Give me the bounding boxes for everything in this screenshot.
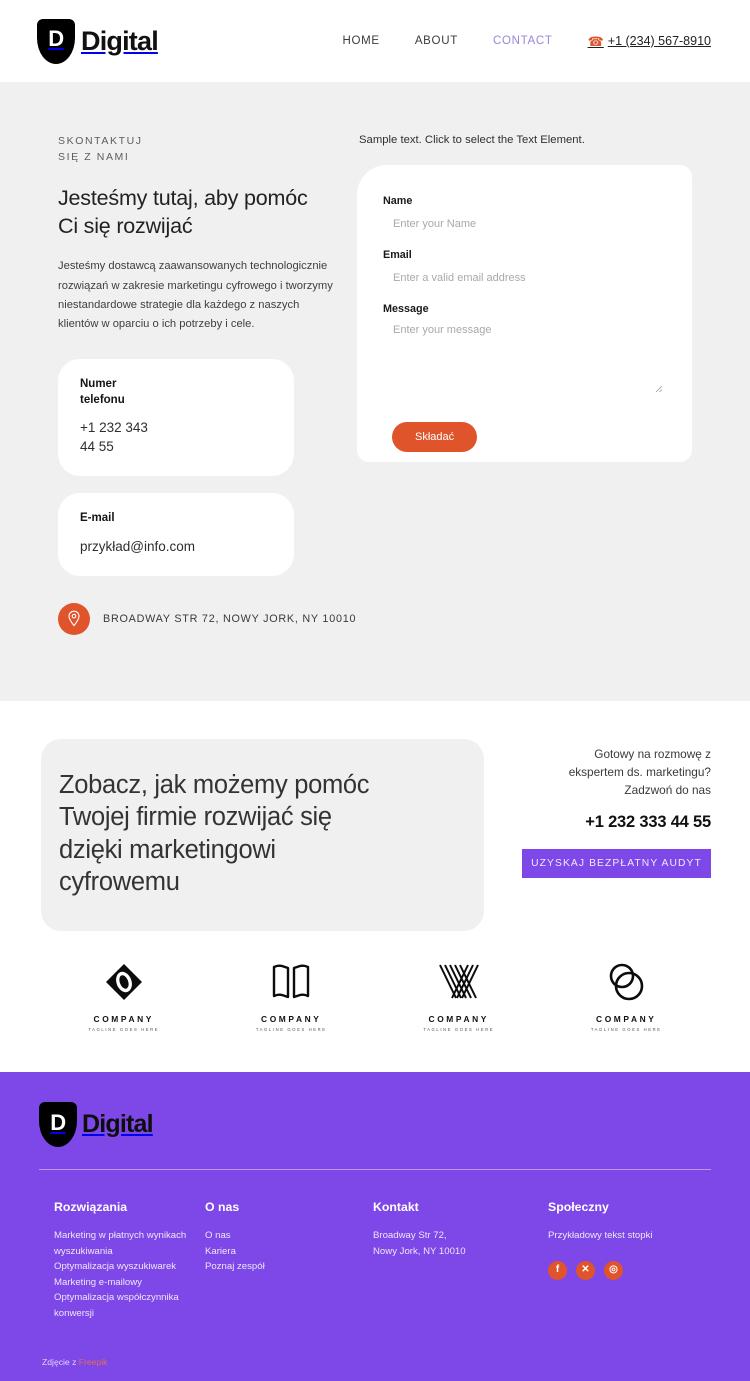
cta-title: Zobacz, jak możemy pomóc Twojej firmie r… (59, 770, 370, 897)
footer-column-about: O nas O nas Kariera Poznaj zespół (205, 1200, 373, 1321)
client-logo-strip: COMPANY TAGLINE GOES HERE COMPANY TAGLIN… (0, 931, 750, 1073)
address-text: BROADWAY STR 72, NOWY JORK, NY 10010 (103, 612, 357, 625)
footer-link-paid-search[interactable]: Marketing w płatnych wynikach wyszukiwan… (54, 1228, 205, 1259)
client-tagline-3: TAGLINE GOES HERE (423, 1027, 495, 1033)
footer-credit-link[interactable]: Freepik (79, 1357, 108, 1367)
x-twitter-icon[interactable]: ✕ (576, 1260, 595, 1280)
cta-action-column: Gotowy na rozmowę z ekspertem ds. market… (506, 745, 711, 879)
site-logo[interactable]: D Digital (37, 18, 159, 64)
contact-form-column: Sample text. Click to select the Text El… (355, 134, 750, 635)
nav-item-home[interactable]: HOME (343, 35, 380, 47)
name-field-group: Name (383, 195, 664, 232)
site-header: D Digital HOME ABOUT CONTACT ☎ +1 (234) … (0, 0, 750, 82)
nav-item-about[interactable]: ABOUT (415, 35, 458, 47)
contact-form: Name Email Message Składać (357, 165, 692, 462)
footer-heading-contact: Kontakt (373, 1200, 419, 1215)
logo-text: Digital (81, 25, 159, 56)
footer-heading-solutions: Rozwiązania (54, 1200, 128, 1215)
client-logo-2: COMPANY TAGLINE GOES HERE (231, 959, 351, 1032)
footer-link-email-marketing[interactable]: Marketing e-mailowy (54, 1275, 205, 1291)
header-phone-number: +1 (234) 567-8910 (607, 34, 711, 48)
open-book-icon (269, 959, 313, 1005)
instagram-icon[interactable]: ◎ (604, 1260, 623, 1280)
footer-column-contact: Kontakt Broadway Str 72, Nowy Jork, NY 1… (373, 1200, 548, 1321)
phone-info-card[interactable]: Numer telefonu +1 232 343 44 55 (58, 359, 294, 477)
shield-letter: D (48, 26, 64, 51)
footer-logo[interactable]: D Digital (39, 1102, 711, 1148)
footer-credit-prefix: Zdjęcie z (42, 1357, 79, 1368)
email-card-value: przykład@info.com (80, 538, 195, 554)
contact-info-column: SKONTAKTUJ SIĘ Z NAMI Jesteśmy tutaj, ab… (0, 134, 355, 635)
footer-social-note: Przykładowy tekst stopki (548, 1230, 653, 1242)
ring-diamond-icon (103, 959, 145, 1005)
footer-column-social: Społeczny Przykładowy tekst stopki f ✕ ◎ (548, 1200, 708, 1321)
main-nav: HOME ABOUT CONTACT ☎ +1 (234) 567-8910 (343, 34, 712, 48)
cta-phone-number[interactable]: +1 232 333 44 55 (506, 813, 711, 832)
contact-section: SKONTAKTUJ SIĘ Z NAMI Jesteśmy tutaj, ab… (0, 82, 750, 701)
email-card-label: E-mail (80, 512, 115, 525)
message-field-group: Message (383, 303, 664, 393)
site-footer: D Digital Rozwiązania Marketing w płatny… (0, 1072, 750, 1381)
contact-body-text: Jesteśmy dostawcą zaawansowanych technol… (58, 260, 333, 331)
client-tagline-1: TAGLINE GOES HERE (88, 1027, 160, 1033)
footer-address: Broadway Str 72, Nowy Jork, NY 10010 (373, 1230, 466, 1257)
submit-button[interactable]: Składać (392, 422, 478, 452)
footer-logo-text: Digital (82, 1110, 154, 1139)
footer-shield-letter: D (50, 1109, 66, 1135)
free-audit-button[interactable]: UZYSKAJ BEZPŁATNY AUDYT (522, 849, 711, 879)
footer-heading-social: Społeczny (548, 1200, 609, 1215)
client-logo-1: COMPANY TAGLINE GOES HERE (64, 959, 184, 1032)
facebook-icon[interactable]: f (548, 1260, 567, 1280)
footer-link-cro[interactable]: Optymalizacja współczynnika konwersji (54, 1290, 205, 1321)
shield-icon: D (37, 18, 75, 64)
nav-item-contact[interactable]: CONTACT (493, 35, 553, 47)
name-input[interactable] (383, 216, 664, 232)
message-field-label: Message (383, 303, 429, 315)
cta-subtitle: Gotowy na rozmowę z ekspertem ds. market… (568, 746, 711, 798)
footer-column-solutions: Rozwiązania Marketing w płatnych wynikac… (39, 1200, 205, 1321)
email-field-label: Email (383, 249, 412, 261)
client-name-3: COMPANY (428, 1014, 489, 1025)
phone-card-label: Numer telefonu (80, 378, 125, 406)
header-phone-link[interactable]: ☎ +1 (234) 567-8910 (588, 34, 711, 48)
client-name-2: COMPANY (261, 1014, 322, 1025)
client-logo-3: COMPANY TAGLINE GOES HERE (399, 959, 519, 1032)
footer-link-career[interactable]: Kariera (205, 1244, 373, 1260)
social-links: f ✕ ◎ (548, 1260, 708, 1280)
contact-eyebrow: SKONTAKTUJ SIĘ Z NAMI (58, 135, 143, 163)
name-field-label: Name (383, 195, 413, 207)
footer-link-about[interactable]: O nas (205, 1228, 373, 1244)
client-name-4: COMPANY (596, 1014, 657, 1025)
chevron-stripes-icon (436, 959, 482, 1005)
cta-headline-box: Zobacz, jak możemy pomóc Twojej firmie r… (41, 738, 484, 932)
footer-columns: Rozwiązania Marketing w płatnych wynikac… (39, 1170, 711, 1321)
phone-icon: ☎ (587, 33, 604, 49)
sample-text: Sample text. Click to select the Text El… (359, 134, 585, 146)
footer-link-seo[interactable]: Optymalizacja wyszukiwarek (54, 1259, 205, 1275)
client-logo-4: COMPANY TAGLINE GOES HERE (566, 959, 686, 1032)
location-pin-icon (58, 602, 90, 635)
phone-card-value: +1 232 343 44 55 (80, 420, 148, 455)
double-circle-icon (604, 959, 648, 1005)
client-name-1: COMPANY (93, 1014, 154, 1025)
cta-section: Zobacz, jak możemy pomóc Twojej firmie r… (0, 700, 750, 932)
address-row: BROADWAY STR 72, NOWY JORK, NY 10010 (58, 602, 357, 635)
footer-credit: Zdjęcie z Freepik (39, 1321, 711, 1381)
footer-link-team[interactable]: Poznaj zespół (205, 1259, 373, 1275)
client-tagline-2: TAGLINE GOES HERE (255, 1027, 327, 1033)
textarea-resize-handle[interactable] (653, 380, 663, 393)
email-field-group: Email (383, 249, 664, 286)
footer-shield-icon: D (39, 1102, 77, 1148)
contact-heading: Jesteśmy tutaj, aby pomóc Ci się rozwija… (58, 185, 308, 238)
email-input[interactable] (383, 270, 664, 286)
email-info-card[interactable]: E-mail przykład@info.com (58, 493, 294, 576)
footer-heading-about: O nas (205, 1200, 240, 1215)
message-textarea[interactable] (383, 322, 664, 388)
client-tagline-4: TAGLINE GOES HERE (590, 1027, 662, 1033)
